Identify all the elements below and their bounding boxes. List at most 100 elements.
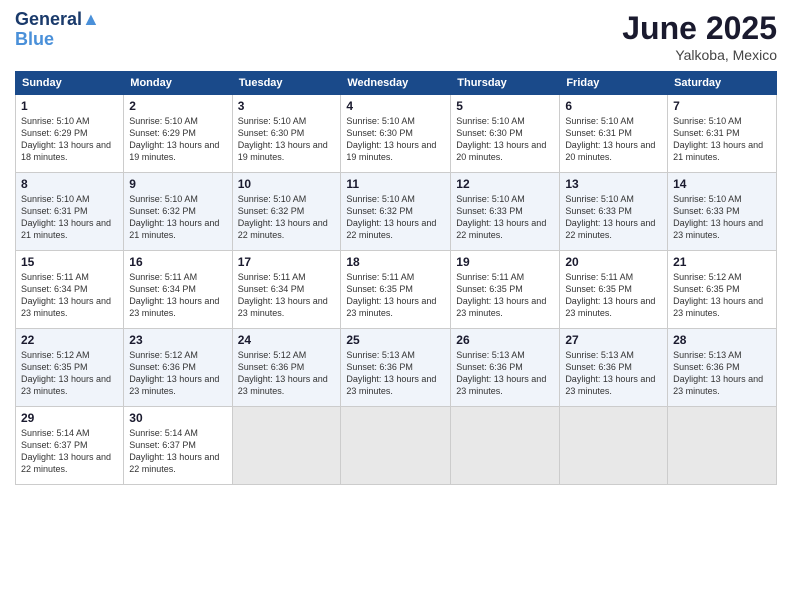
day-info: Sunrise: 5:11 AM Sunset: 6:34 PM Dayligh… — [21, 271, 118, 320]
logo-text: General▲ — [15, 10, 100, 30]
day-number: 28 — [673, 333, 771, 347]
calendar-cell: 3 Sunrise: 5:10 AM Sunset: 6:30 PM Dayli… — [232, 95, 341, 173]
calendar-cell: 6 Sunrise: 5:10 AM Sunset: 6:31 PM Dayli… — [560, 95, 668, 173]
day-info: Sunrise: 5:12 AM Sunset: 6:36 PM Dayligh… — [238, 349, 336, 398]
calendar-week-1: 1 Sunrise: 5:10 AM Sunset: 6:29 PM Dayli… — [16, 95, 777, 173]
calendar-cell: 4 Sunrise: 5:10 AM Sunset: 6:30 PM Dayli… — [341, 95, 451, 173]
month-title: June 2025 — [622, 10, 777, 47]
day-info: Sunrise: 5:12 AM Sunset: 6:35 PM Dayligh… — [673, 271, 771, 320]
day-number: 26 — [456, 333, 554, 347]
calendar-header-row: Sunday Monday Tuesday Wednesday Thursday… — [16, 72, 777, 95]
day-number: 29 — [21, 411, 118, 425]
col-friday: Friday — [560, 72, 668, 95]
calendar-week-2: 8 Sunrise: 5:10 AM Sunset: 6:31 PM Dayli… — [16, 173, 777, 251]
calendar-cell: 21 Sunrise: 5:12 AM Sunset: 6:35 PM Dayl… — [668, 251, 777, 329]
calendar-cell — [668, 407, 777, 485]
calendar-week-3: 15 Sunrise: 5:11 AM Sunset: 6:34 PM Dayl… — [16, 251, 777, 329]
day-info: Sunrise: 5:10 AM Sunset: 6:29 PM Dayligh… — [129, 115, 226, 164]
calendar-table: Sunday Monday Tuesday Wednesday Thursday… — [15, 71, 777, 485]
calendar-cell — [232, 407, 341, 485]
calendar-cell: 15 Sunrise: 5:11 AM Sunset: 6:34 PM Dayl… — [16, 251, 124, 329]
day-info: Sunrise: 5:11 AM Sunset: 6:35 PM Dayligh… — [346, 271, 445, 320]
day-number: 25 — [346, 333, 445, 347]
calendar-cell: 29 Sunrise: 5:14 AM Sunset: 6:37 PM Dayl… — [16, 407, 124, 485]
day-number: 6 — [565, 99, 662, 113]
calendar-cell: 26 Sunrise: 5:13 AM Sunset: 6:36 PM Dayl… — [451, 329, 560, 407]
calendar-cell: 9 Sunrise: 5:10 AM Sunset: 6:32 PM Dayli… — [124, 173, 232, 251]
calendar-cell: 13 Sunrise: 5:10 AM Sunset: 6:33 PM Dayl… — [560, 173, 668, 251]
day-number: 3 — [238, 99, 336, 113]
calendar-cell: 18 Sunrise: 5:11 AM Sunset: 6:35 PM Dayl… — [341, 251, 451, 329]
calendar-cell: 12 Sunrise: 5:10 AM Sunset: 6:33 PM Dayl… — [451, 173, 560, 251]
day-info: Sunrise: 5:11 AM Sunset: 6:35 PM Dayligh… — [456, 271, 554, 320]
calendar-cell: 1 Sunrise: 5:10 AM Sunset: 6:29 PM Dayli… — [16, 95, 124, 173]
day-number: 19 — [456, 255, 554, 269]
day-info: Sunrise: 5:10 AM Sunset: 6:32 PM Dayligh… — [129, 193, 226, 242]
calendar-week-4: 22 Sunrise: 5:12 AM Sunset: 6:35 PM Dayl… — [16, 329, 777, 407]
calendar-cell: 5 Sunrise: 5:10 AM Sunset: 6:30 PM Dayli… — [451, 95, 560, 173]
day-number: 24 — [238, 333, 336, 347]
day-number: 1 — [21, 99, 118, 113]
calendar-cell: 30 Sunrise: 5:14 AM Sunset: 6:37 PM Dayl… — [124, 407, 232, 485]
day-number: 4 — [346, 99, 445, 113]
day-info: Sunrise: 5:10 AM Sunset: 6:31 PM Dayligh… — [21, 193, 118, 242]
day-number: 17 — [238, 255, 336, 269]
calendar-cell — [451, 407, 560, 485]
col-monday: Monday — [124, 72, 232, 95]
calendar-cell: 10 Sunrise: 5:10 AM Sunset: 6:32 PM Dayl… — [232, 173, 341, 251]
calendar-cell — [560, 407, 668, 485]
day-number: 15 — [21, 255, 118, 269]
day-number: 14 — [673, 177, 771, 191]
day-number: 2 — [129, 99, 226, 113]
day-info: Sunrise: 5:10 AM Sunset: 6:32 PM Dayligh… — [346, 193, 445, 242]
day-number: 22 — [21, 333, 118, 347]
calendar-cell: 20 Sunrise: 5:11 AM Sunset: 6:35 PM Dayl… — [560, 251, 668, 329]
col-wednesday: Wednesday — [341, 72, 451, 95]
day-info: Sunrise: 5:10 AM Sunset: 6:33 PM Dayligh… — [673, 193, 771, 242]
day-info: Sunrise: 5:10 AM Sunset: 6:29 PM Dayligh… — [21, 115, 118, 164]
day-number: 9 — [129, 177, 226, 191]
location: Yalkoba, Mexico — [622, 47, 777, 63]
day-info: Sunrise: 5:11 AM Sunset: 6:34 PM Dayligh… — [238, 271, 336, 320]
calendar-cell: 27 Sunrise: 5:13 AM Sunset: 6:36 PM Dayl… — [560, 329, 668, 407]
calendar-cell: 16 Sunrise: 5:11 AM Sunset: 6:34 PM Dayl… — [124, 251, 232, 329]
day-info: Sunrise: 5:10 AM Sunset: 6:33 PM Dayligh… — [456, 193, 554, 242]
logo-text2: Blue — [15, 30, 100, 50]
day-number: 21 — [673, 255, 771, 269]
calendar-cell: 23 Sunrise: 5:12 AM Sunset: 6:36 PM Dayl… — [124, 329, 232, 407]
day-number: 13 — [565, 177, 662, 191]
day-number: 8 — [21, 177, 118, 191]
col-tuesday: Tuesday — [232, 72, 341, 95]
day-number: 11 — [346, 177, 445, 191]
calendar-cell: 8 Sunrise: 5:10 AM Sunset: 6:31 PM Dayli… — [16, 173, 124, 251]
day-info: Sunrise: 5:13 AM Sunset: 6:36 PM Dayligh… — [346, 349, 445, 398]
day-info: Sunrise: 5:14 AM Sunset: 6:37 PM Dayligh… — [129, 427, 226, 476]
day-number: 12 — [456, 177, 554, 191]
day-number: 18 — [346, 255, 445, 269]
day-info: Sunrise: 5:14 AM Sunset: 6:37 PM Dayligh… — [21, 427, 118, 476]
day-info: Sunrise: 5:10 AM Sunset: 6:31 PM Dayligh… — [565, 115, 662, 164]
title-area: June 2025 Yalkoba, Mexico — [622, 10, 777, 63]
day-info: Sunrise: 5:11 AM Sunset: 6:34 PM Dayligh… — [129, 271, 226, 320]
calendar-cell: 24 Sunrise: 5:12 AM Sunset: 6:36 PM Dayl… — [232, 329, 341, 407]
logo: General▲ Blue — [15, 10, 100, 50]
calendar-cell — [341, 407, 451, 485]
calendar-cell: 7 Sunrise: 5:10 AM Sunset: 6:31 PM Dayli… — [668, 95, 777, 173]
col-sunday: Sunday — [16, 72, 124, 95]
day-number: 23 — [129, 333, 226, 347]
day-info: Sunrise: 5:10 AM Sunset: 6:30 PM Dayligh… — [346, 115, 445, 164]
day-info: Sunrise: 5:13 AM Sunset: 6:36 PM Dayligh… — [673, 349, 771, 398]
day-number: 7 — [673, 99, 771, 113]
calendar-cell: 25 Sunrise: 5:13 AM Sunset: 6:36 PM Dayl… — [341, 329, 451, 407]
calendar-cell: 19 Sunrise: 5:11 AM Sunset: 6:35 PM Dayl… — [451, 251, 560, 329]
day-info: Sunrise: 5:10 AM Sunset: 6:33 PM Dayligh… — [565, 193, 662, 242]
day-info: Sunrise: 5:10 AM Sunset: 6:32 PM Dayligh… — [238, 193, 336, 242]
day-number: 10 — [238, 177, 336, 191]
header: General▲ Blue June 2025 Yalkoba, Mexico — [15, 10, 777, 63]
calendar-cell: 11 Sunrise: 5:10 AM Sunset: 6:32 PM Dayl… — [341, 173, 451, 251]
col-thursday: Thursday — [451, 72, 560, 95]
day-info: Sunrise: 5:13 AM Sunset: 6:36 PM Dayligh… — [565, 349, 662, 398]
day-number: 5 — [456, 99, 554, 113]
day-info: Sunrise: 5:12 AM Sunset: 6:36 PM Dayligh… — [129, 349, 226, 398]
calendar-cell: 17 Sunrise: 5:11 AM Sunset: 6:34 PM Dayl… — [232, 251, 341, 329]
